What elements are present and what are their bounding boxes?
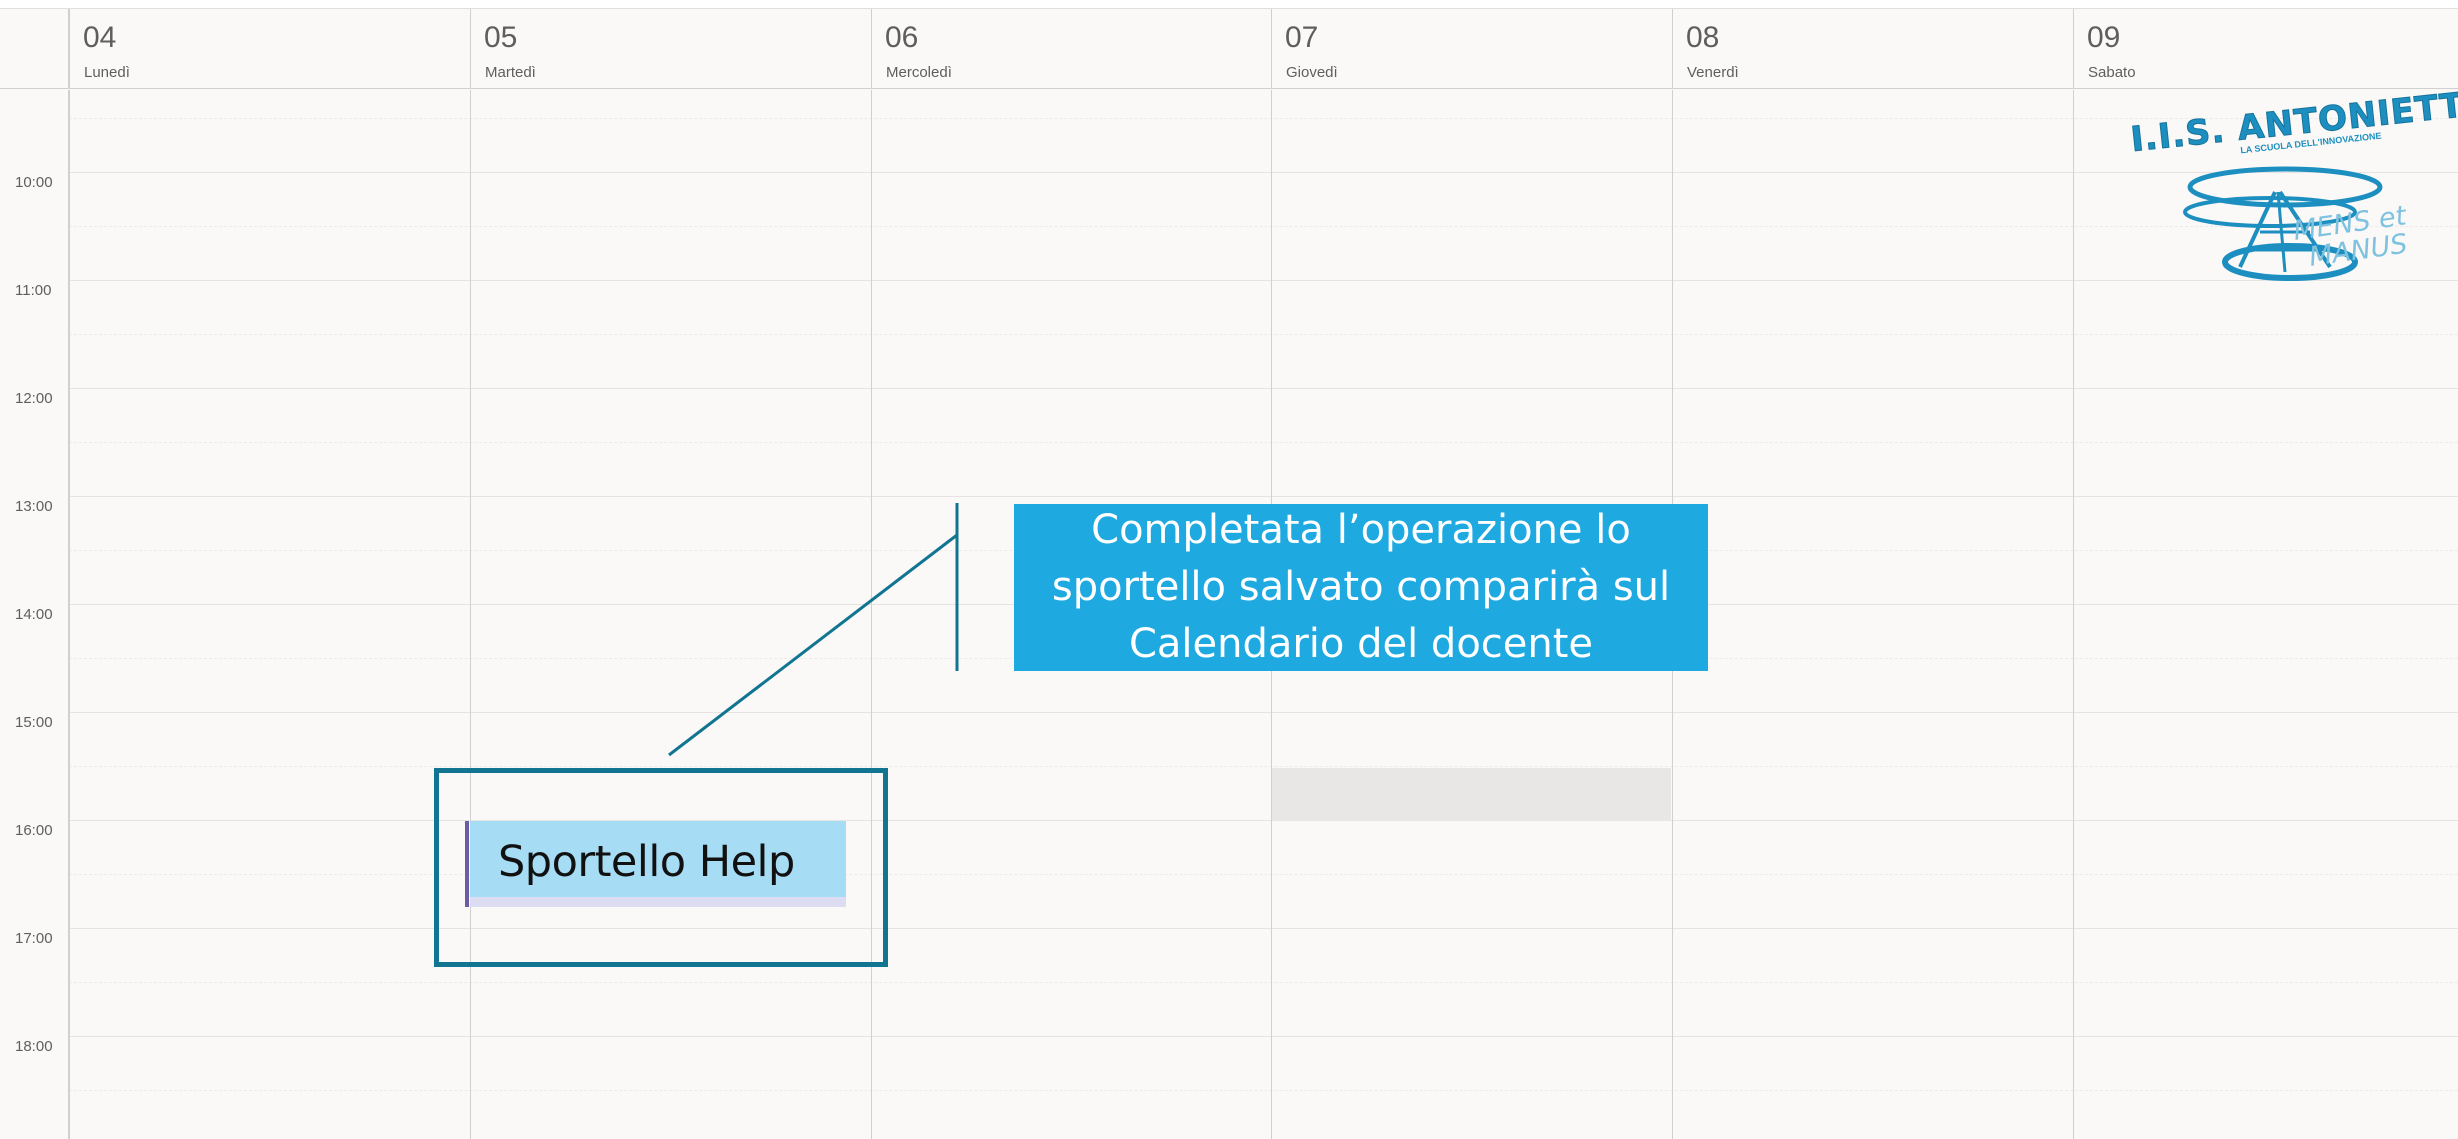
callout-text: Completata l’operazione lo sportello sal… (1051, 507, 1671, 667)
callout-box: Completata l’operazione lo sportello sal… (1014, 504, 1708, 671)
calendar-window: 04 Lunedì 05 Martedì 06 Mercoledì 07 Gio… (0, 0, 2458, 1139)
school-logo: I.I.S. ANTONIETTI LA SCUOLA DELL'INNOVAZ… (2120, 83, 2458, 302)
